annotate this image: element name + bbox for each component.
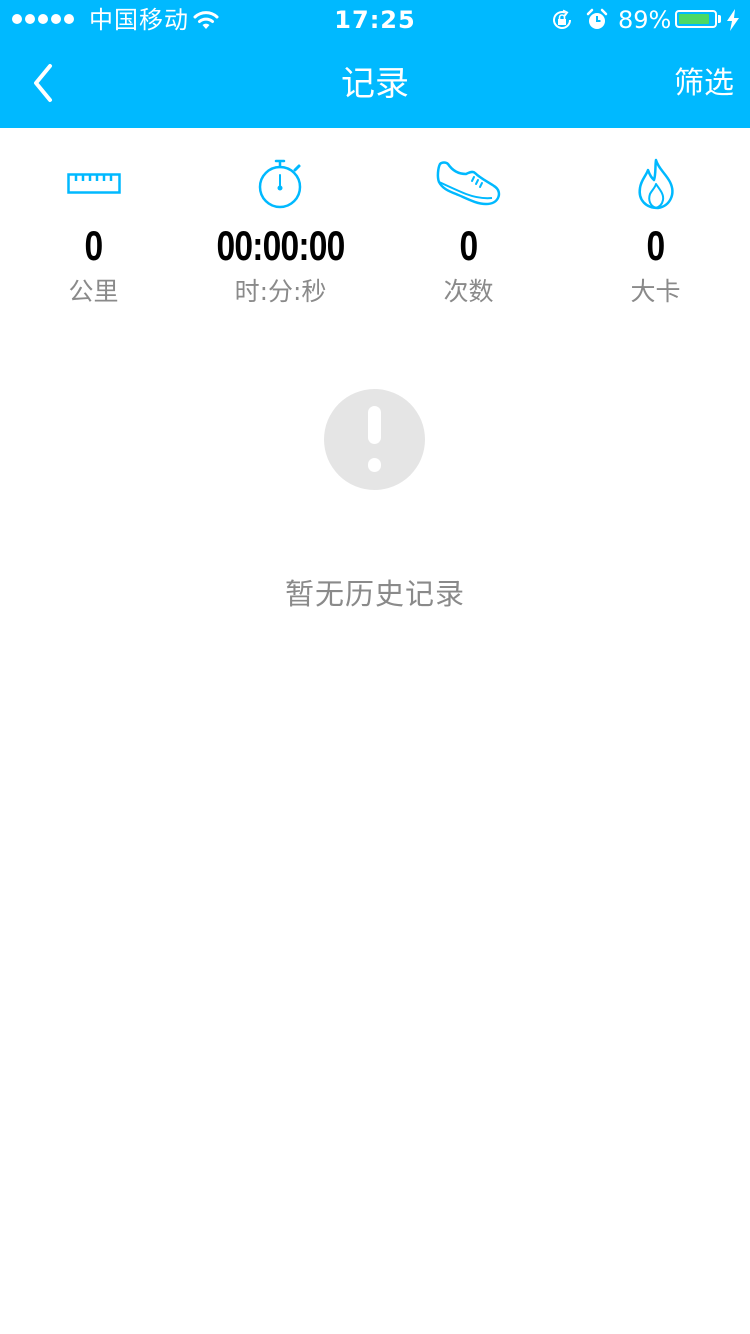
battery-tip xyxy=(718,15,721,23)
exclamation-icon xyxy=(324,389,425,490)
stat-duration: 00:00:00 时:分:秒 xyxy=(187,128,374,318)
battery-icon xyxy=(675,10,717,28)
stat-label: 公里 xyxy=(68,277,119,306)
stat-label: 次数 xyxy=(443,277,494,306)
alarm-icon xyxy=(586,8,608,29)
stat-count: 0 次数 xyxy=(375,128,562,318)
battery-percentage: 89% xyxy=(618,6,672,34)
status-bar: 中国移动 17:25 89% xyxy=(0,0,750,40)
stat-label: 时:分:秒 xyxy=(234,277,327,306)
exclamation-bar xyxy=(368,406,381,444)
rotation-lock-icon xyxy=(553,9,571,29)
stat-calories: 0 大卡 xyxy=(562,128,749,318)
stat-distance: 0 公里 xyxy=(0,128,187,318)
exclamation-dot xyxy=(368,458,381,472)
stat-value: 0 xyxy=(84,222,104,269)
flame-icon xyxy=(637,158,674,210)
empty-state-message: 暂无历史记录 xyxy=(284,577,465,611)
stat-value: 00:00:00 xyxy=(216,222,345,269)
stats-summary: 0 公里 00:00:00 时:分:秒 0 次数 0 大卡 xyxy=(0,128,750,318)
stopwatch-icon xyxy=(258,159,301,209)
charging-bolt-icon xyxy=(727,9,739,31)
stat-value: 0 xyxy=(459,222,479,269)
shoe-icon xyxy=(436,161,500,206)
ruler-icon xyxy=(66,173,121,194)
stat-label: 大卡 xyxy=(630,277,681,306)
page-title: 记录 xyxy=(341,64,409,104)
stat-value: 0 xyxy=(646,222,666,269)
filter-button[interactable]: 筛选 xyxy=(674,64,734,104)
header-bar: 中国移动 17:25 89% 记录 筛选 xyxy=(0,0,750,128)
battery-level xyxy=(679,14,710,24)
